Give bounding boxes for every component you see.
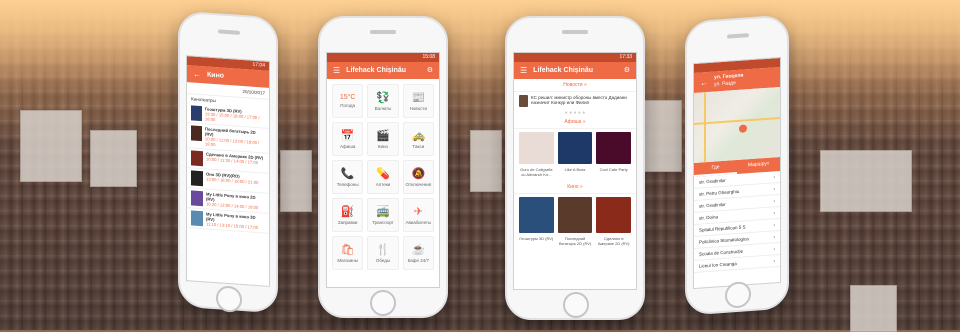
speaker bbox=[370, 30, 396, 34]
toolbar: ☰ Lifehack Chișinău ⚙ bbox=[514, 62, 636, 79]
news-thumb bbox=[519, 95, 529, 107]
settings-icon[interactable]: ⚙ bbox=[624, 62, 630, 79]
poster-thumb bbox=[191, 190, 203, 207]
feature-grid: 15°C Погода 💱 Валюты 📰 Новости 📅 Афиша 🎬 Кино… bbox=[327, 79, 439, 275]
poster-thumb bbox=[191, 210, 203, 227]
tile-lunch[interactable]: 🍴 Обеды bbox=[367, 236, 399, 270]
building bbox=[850, 285, 897, 332]
poster-thumb bbox=[191, 125, 202, 142]
film-poster[interactable] bbox=[596, 197, 632, 233]
road bbox=[704, 92, 706, 163]
home-button[interactable] bbox=[725, 281, 751, 309]
settings-icon[interactable]: ⚙ bbox=[427, 62, 433, 79]
events-header[interactable]: Афиша » bbox=[514, 116, 636, 129]
app-title: Lifehack Chișinău bbox=[346, 67, 407, 74]
films-captions: Геоштурм 3D (RV) Последний богатырь 2D (R… bbox=[519, 236, 630, 246]
tile-fuel[interactable]: ⛽ Заправки bbox=[332, 198, 364, 232]
tile-phones[interactable]: 📞 Телефоны bbox=[332, 160, 364, 194]
speaker bbox=[727, 33, 749, 39]
film-poster[interactable] bbox=[519, 197, 554, 233]
menu-icon[interactable]: ☰ bbox=[520, 62, 527, 79]
home-button[interactable] bbox=[216, 285, 242, 313]
poster-thumb bbox=[191, 150, 203, 167]
home-button[interactable] bbox=[563, 292, 589, 318]
building bbox=[280, 150, 312, 212]
news-header[interactable]: Новости » bbox=[514, 79, 636, 92]
speaker bbox=[218, 29, 240, 35]
events-captions: Guro de Caligrafie cu Alexandr Ko... Like… bbox=[520, 167, 628, 177]
map-view[interactable] bbox=[694, 86, 780, 164]
toolbar: ☰ Lifehack Chișinău ⚙ bbox=[327, 62, 439, 79]
status-bar: 15:08 bbox=[327, 53, 439, 62]
location-pin-icon[interactable] bbox=[739, 124, 747, 133]
back-arrow-icon[interactable]: ← bbox=[700, 78, 708, 88]
tile-news[interactable]: 📰 Новости bbox=[402, 84, 434, 118]
event-poster[interactable] bbox=[596, 132, 632, 164]
event-poster[interactable] bbox=[519, 132, 554, 164]
tile-flights[interactable]: ✈ Авиабилеты bbox=[402, 198, 434, 232]
events-row bbox=[514, 129, 636, 167]
phone-cinema: 17:04 ← Кино 20/10/2017 Кинотеатры Геошт… bbox=[178, 10, 278, 314]
phone-dashboard: 15:08 ☰ Lifehack Chișinău ⚙ 15°C Погода 💱… bbox=[318, 16, 448, 318]
app-title: Lifehack Chișinău bbox=[533, 67, 594, 74]
building bbox=[820, 150, 912, 212]
back-arrow-icon[interactable]: ← bbox=[193, 66, 201, 84]
building bbox=[90, 130, 137, 187]
road bbox=[694, 116, 780, 126]
tile-outages[interactable]: 🔕 Отключения bbox=[402, 160, 434, 194]
tile-currency[interactable]: 💱 Валюты bbox=[367, 84, 399, 118]
poster-thumb bbox=[191, 170, 203, 187]
phone-transport-map: ← ул. Гиоцеля ул. Разде Где Маршрут str. … bbox=[685, 14, 789, 316]
route-to: ул. Разде bbox=[714, 80, 736, 88]
tile-shops[interactable]: 🛍 Магазины bbox=[332, 236, 364, 270]
news-item[interactable]: КС решил: министр обороны вместо Дадиани… bbox=[514, 92, 636, 110]
building bbox=[470, 130, 502, 192]
menu-icon[interactable]: ☰ bbox=[333, 62, 340, 79]
cinema-header[interactable]: Кино » bbox=[514, 181, 636, 194]
speaker bbox=[562, 30, 588, 34]
tile-taxi[interactable]: 🚕 Такси bbox=[402, 122, 434, 156]
status-bar: 17:33 bbox=[514, 53, 636, 62]
route-from: ул. Гиоцеля bbox=[714, 72, 744, 81]
tile-cinema[interactable]: 🎬 Кино bbox=[367, 122, 399, 156]
event-poster[interactable] bbox=[557, 132, 593, 164]
film-poster[interactable] bbox=[557, 197, 593, 233]
building bbox=[640, 100, 682, 172]
building bbox=[20, 110, 82, 182]
phone-home-feed: 17:33 ☰ Lifehack Chișinău ⚙ Новости » КС… bbox=[505, 16, 645, 320]
stops-list: str. Gradinilor › str. Petru Gheorghiu › s… bbox=[694, 170, 780, 274]
films-row bbox=[514, 194, 636, 236]
tile-weather[interactable]: 15°C Погода bbox=[332, 84, 364, 118]
sunset-haze bbox=[0, 0, 960, 90]
tile-pharmacies[interactable]: 💊 Аптеки bbox=[367, 160, 399, 194]
tile-transport[interactable]: 🚎 Транспорт bbox=[367, 198, 399, 232]
poster-thumb bbox=[191, 105, 202, 122]
home-button[interactable] bbox=[370, 290, 396, 316]
tile-events[interactable]: 📅 Афиша bbox=[332, 122, 364, 156]
tile-cafe[interactable]: ☕ Кафе 24/7 bbox=[402, 236, 434, 270]
